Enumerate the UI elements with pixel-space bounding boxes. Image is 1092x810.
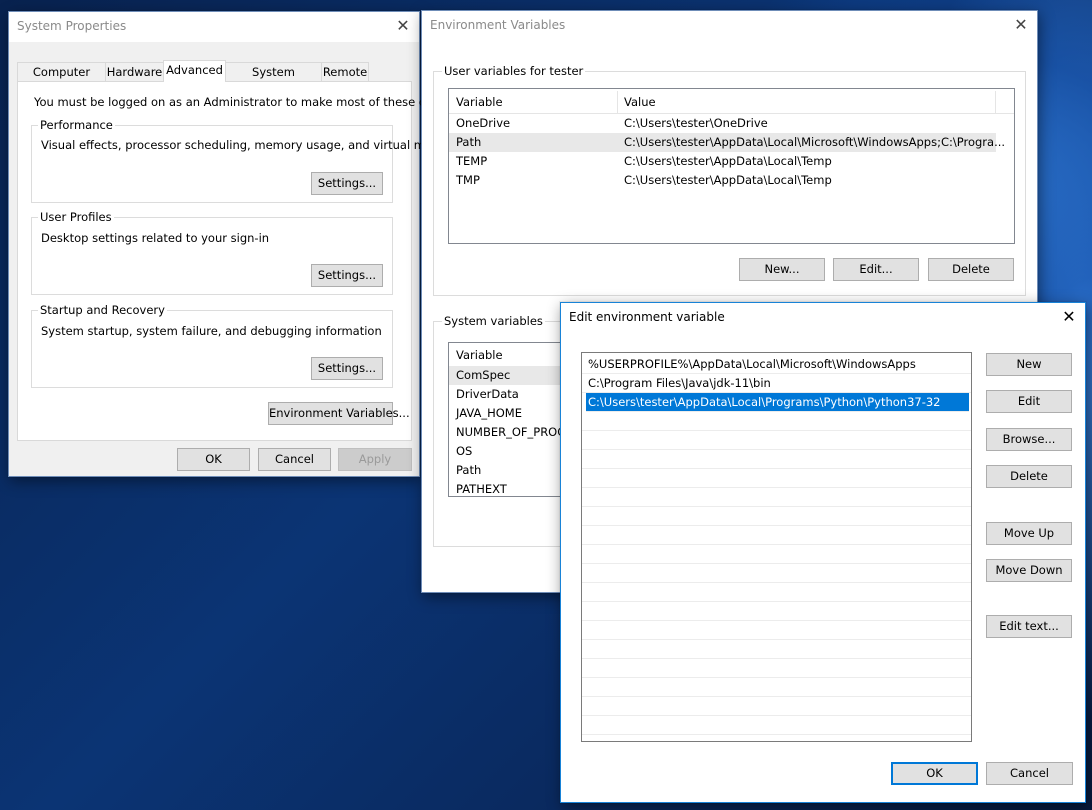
empty-list-row[interactable] bbox=[582, 678, 971, 697]
user-edit-button[interactable]: Edit... bbox=[833, 258, 919, 281]
user-profiles-settings-button[interactable]: Settings... bbox=[311, 264, 383, 287]
empty-list-row[interactable] bbox=[582, 469, 971, 488]
variable-name: JAVA_HOME bbox=[456, 406, 522, 420]
tab-system-protection[interactable]: System Protection bbox=[225, 62, 322, 97]
variable-value: C:\Users\tester\AppData\Local\Temp bbox=[624, 173, 832, 187]
empty-list-row[interactable] bbox=[582, 450, 971, 469]
variable-name: Path bbox=[456, 463, 482, 477]
apply-button[interactable]: Apply bbox=[338, 448, 412, 471]
move-down-button[interactable]: Move Down bbox=[986, 559, 1072, 582]
ok-button[interactable]: OK bbox=[891, 762, 978, 785]
edit-env-titlebar[interactable]: Edit environment variable ✕ bbox=[561, 303, 1085, 333]
empty-list-row[interactable] bbox=[582, 488, 971, 507]
list-item[interactable]: %USERPROFILE%\AppData\Local\Microsoft\Wi… bbox=[582, 355, 971, 374]
variable-name: TMP bbox=[456, 173, 480, 187]
variable-name: OneDrive bbox=[456, 116, 511, 130]
performance-group: Performance Visual effects, processor sc… bbox=[31, 118, 462, 203]
tab-hardware[interactable]: Hardware bbox=[105, 62, 164, 81]
user-profiles-label: User Profiles bbox=[38, 210, 114, 224]
path-entries-list[interactable]: %USERPROFILE%\AppData\Local\Microsoft\Wi… bbox=[581, 352, 972, 742]
performance-settings-button[interactable]: Settings... bbox=[311, 172, 383, 195]
empty-list-row[interactable] bbox=[582, 412, 971, 431]
edit-text-button[interactable]: Edit text... bbox=[986, 615, 1072, 638]
ok-button[interactable]: OK bbox=[177, 448, 250, 471]
variable-value: C:\Users\tester\AppData\Local\Temp bbox=[624, 154, 832, 168]
tab-computer-name[interactable]: Computer Name bbox=[17, 62, 106, 97]
empty-list-row[interactable] bbox=[582, 431, 971, 450]
empty-list-row[interactable] bbox=[582, 716, 971, 735]
edit-button[interactable]: Edit bbox=[986, 390, 1072, 413]
user-variables-list[interactable]: Variable Value OneDrive C:\Users\tester\… bbox=[448, 88, 1015, 244]
close-icon[interactable]: ✕ bbox=[1057, 306, 1081, 328]
user-profiles-description: Desktop settings related to your sign-in bbox=[41, 231, 270, 245]
empty-list-row[interactable] bbox=[582, 583, 971, 602]
variable-name: TEMP bbox=[456, 154, 488, 168]
table-row[interactable]: Path C:\Users\tester\AppData\Local\Micro… bbox=[449, 133, 1005, 152]
browse-button[interactable]: Browse... bbox=[986, 428, 1072, 451]
empty-list-row[interactable] bbox=[582, 545, 971, 564]
startup-recovery-label: Startup and Recovery bbox=[38, 303, 167, 317]
user-delete-button[interactable]: Delete bbox=[928, 258, 1014, 281]
performance-description: Visual effects, processor scheduling, me… bbox=[41, 138, 462, 152]
startup-recovery-group: Startup and Recovery System startup, sys… bbox=[31, 303, 393, 388]
system-properties-titlebar[interactable]: System Properties ✕ bbox=[9, 12, 419, 42]
system-properties-window: System Properties ✕ Computer Name Hardwa… bbox=[8, 11, 471, 477]
user-variables-group: User variables for tester Variable Value… bbox=[433, 64, 1026, 296]
move-up-button[interactable]: Move Up bbox=[986, 522, 1072, 545]
startup-recovery-settings-button[interactable]: Settings... bbox=[311, 357, 383, 380]
system-variables-label: System variables bbox=[442, 314, 545, 328]
empty-list-row[interactable] bbox=[582, 621, 971, 640]
list-item[interactable]: C:\Program Files\Java\jdk-11\bin bbox=[582, 374, 971, 393]
variable-name: NUMBER_OF_PROC bbox=[456, 425, 566, 439]
variable-value: C:\Users\tester\AppData\Local\Microsoft\… bbox=[624, 135, 1006, 149]
list-item[interactable]: C:\Users\tester\AppData\Local\Programs\P… bbox=[586, 393, 969, 412]
close-icon[interactable]: ✕ bbox=[391, 15, 415, 37]
cancel-button[interactable]: Cancel bbox=[986, 762, 1073, 785]
empty-list-row[interactable] bbox=[582, 640, 971, 659]
tab-advanced[interactable]: Advanced bbox=[163, 60, 226, 82]
user-profiles-group: User Profiles Desktop settings related t… bbox=[31, 210, 393, 295]
column-header-variable[interactable]: Variable bbox=[456, 95, 503, 109]
window-title: System Properties bbox=[17, 19, 127, 33]
column-divider bbox=[995, 91, 996, 113]
window-title: Environment Variables bbox=[430, 18, 566, 32]
cancel-button[interactable]: Cancel bbox=[258, 448, 331, 471]
new-button[interactable]: New bbox=[986, 353, 1072, 376]
performance-label: Performance bbox=[38, 118, 115, 132]
advanced-tab-page: You must be logged on as an Administrato… bbox=[17, 81, 471, 441]
admin-notice: You must be logged on as an Administrato… bbox=[34, 95, 471, 109]
column-divider bbox=[617, 91, 618, 113]
close-icon[interactable]: ✕ bbox=[1009, 14, 1033, 36]
user-new-button[interactable]: New... bbox=[739, 258, 825, 281]
variable-name: ComSpec bbox=[456, 368, 511, 382]
empty-list-row[interactable] bbox=[582, 526, 971, 545]
variable-name: PATHEXT bbox=[456, 482, 507, 496]
table-row[interactable]: TEMP C:\Users\tester\AppData\Local\Temp bbox=[449, 152, 1014, 171]
environment-variables-titlebar[interactable]: Environment Variables ✕ bbox=[422, 11, 1037, 41]
column-header: Variable Value bbox=[449, 89, 1014, 114]
empty-list-row[interactable] bbox=[582, 564, 971, 583]
environment-variables-button[interactable]: Environment Variables... bbox=[268, 402, 410, 425]
empty-list-row[interactable] bbox=[582, 507, 971, 526]
edit-environment-variable-window: Edit environment variable ✕ %USERPROFILE… bbox=[560, 302, 1086, 803]
startup-recovery-description: System startup, system failure, and debu… bbox=[41, 324, 382, 338]
delete-button[interactable]: Delete bbox=[986, 465, 1072, 488]
user-variables-label: User variables for tester bbox=[442, 64, 586, 78]
table-row[interactable]: OneDrive C:\Users\tester\OneDrive bbox=[449, 114, 1014, 133]
column-header-variable[interactable]: Variable bbox=[456, 348, 503, 362]
window-title: Edit environment variable bbox=[569, 310, 725, 324]
variable-name: OS bbox=[456, 444, 473, 458]
empty-list-row[interactable] bbox=[582, 602, 971, 621]
variable-name: DriverData bbox=[456, 387, 519, 401]
empty-list-row[interactable] bbox=[582, 697, 971, 716]
variable-value: C:\Users\tester\OneDrive bbox=[624, 116, 768, 130]
empty-list-row[interactable] bbox=[582, 659, 971, 678]
variable-name: Path bbox=[456, 135, 482, 149]
table-row[interactable]: TMP C:\Users\tester\AppData\Local\Temp bbox=[449, 171, 1014, 190]
column-header-value[interactable]: Value bbox=[624, 95, 656, 109]
tab-remote[interactable]: Remote bbox=[321, 62, 369, 81]
